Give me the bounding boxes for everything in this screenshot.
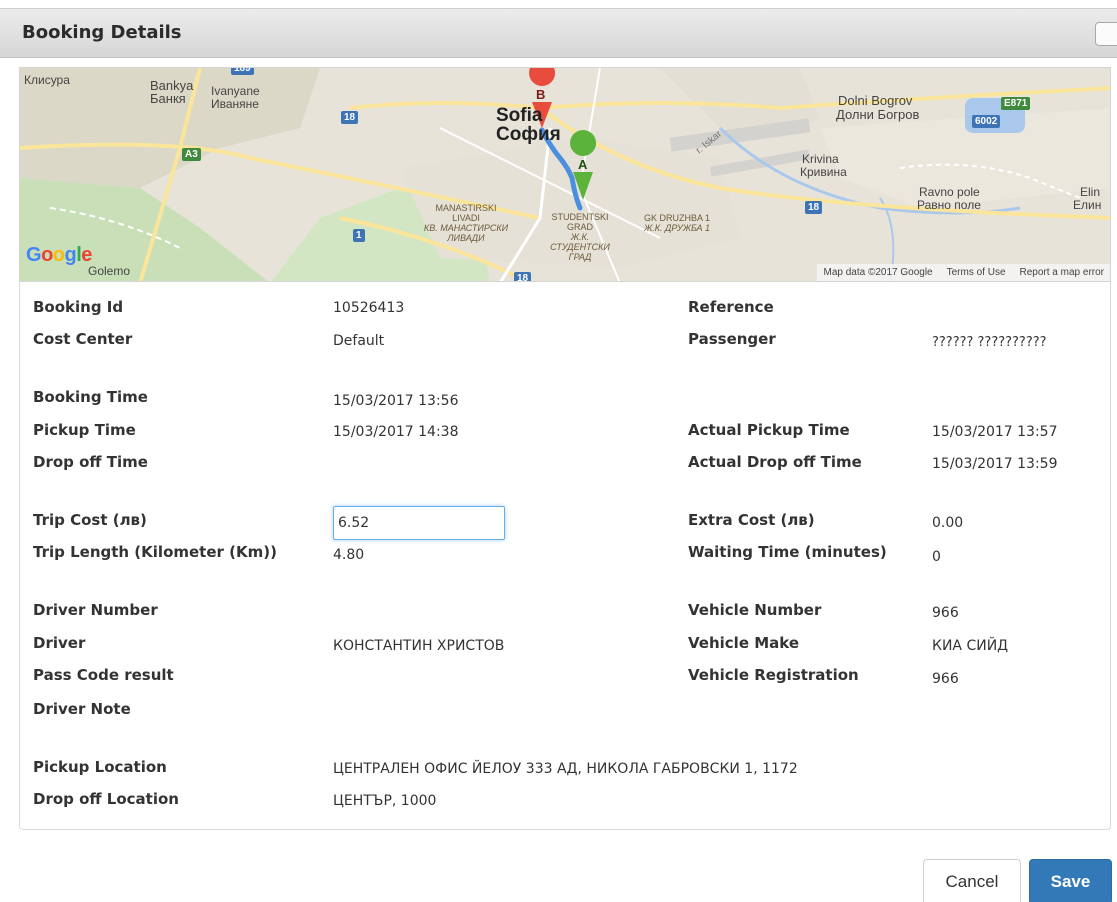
map-label: Елин [1073, 198, 1102, 212]
trip-length-value: 4.80 [333, 547, 365, 563]
road-shield: 189 [231, 68, 254, 75]
booking-time-value: 15/03/2017 13:56 [333, 393, 459, 409]
road-shield: 18 [805, 201, 823, 214]
driver-number-label: Driver Number [33, 601, 158, 619]
vehicle-registration-label: Vehicle Registration [688, 666, 859, 684]
map-label: MANASTIRSKI LIVADI КВ. МАНАСТИРСКИ ЛИВАД… [423, 203, 509, 243]
driver-note-label: Driver Note [33, 700, 131, 718]
actual-pickup-time-value: 15/03/2017 13:57 [932, 424, 1058, 440]
dialog-title: Booking Details [22, 22, 182, 43]
vehicle-make-value: КИА СИЙД [932, 638, 1009, 654]
save-button[interactable]: Save [1029, 859, 1112, 902]
pickup-location-value: ЦЕНТРАЛЕН ОФИС ЙЕЛОУ 333 АД, НИКОЛА ГАБР… [333, 761, 798, 777]
vehicle-number-label: Vehicle Number [688, 601, 822, 619]
trip-cost-label: Trip Cost (лв) [33, 511, 147, 529]
extra-cost-value: 0.00 [932, 515, 964, 531]
map-label: Долни Богров [836, 107, 920, 122]
booking-id-value: 10526413 [333, 300, 405, 316]
actual-drop-off-time-label: Actual Drop off Time [688, 453, 862, 471]
marker-b-label: B [536, 87, 546, 102]
map-label: Иваняне [211, 97, 259, 111]
drop-off-location-value: ЦЕНТЪР, 1000 [333, 793, 437, 809]
reference-label: Reference [688, 298, 774, 316]
google-logo: Google [26, 244, 92, 266]
marker-a-label: A [578, 157, 588, 172]
map-data-attribution: Map data ©2017 Google [823, 267, 933, 278]
drop-off-location-label: Drop off Location [33, 790, 179, 808]
cost-center-label: Cost Center [33, 330, 133, 348]
cost-center-value: Default [333, 333, 385, 349]
map-label: Клисура [24, 73, 70, 87]
actual-pickup-time-label: Actual Pickup Time [688, 421, 850, 439]
booking-time-label: Booking Time [33, 388, 148, 406]
map-label: Dolni Bogrov [838, 93, 913, 108]
passenger-value: ?????? ?????????? [932, 335, 1047, 350]
booking-id-label: Booking Id [33, 298, 124, 316]
route-map[interactable]: 189 18 A3 1 18 18 E871 6002 Клисура Bank… [19, 67, 1111, 282]
vehicle-registration-value: 966 [932, 671, 959, 687]
extra-cost-label: Extra Cost (лв) [688, 511, 815, 529]
terms-link[interactable]: Terms of Use [947, 267, 1006, 278]
pass-code-result-label: Pass Code result [33, 666, 174, 684]
road-shield: 18 [514, 272, 532, 281]
vehicle-make-label: Vehicle Make [688, 634, 800, 652]
road-shield: A3 [182, 148, 201, 161]
road-shield: 18 [341, 111, 359, 124]
cancel-button[interactable]: Cancel [923, 859, 1021, 902]
pickup-time-label: Pickup Time [33, 421, 136, 439]
driver-label: Driver [33, 634, 86, 652]
map-label: Golemo [88, 264, 131, 278]
map-label: Кривина [800, 165, 847, 179]
pickup-location-label: Pickup Location [33, 758, 167, 776]
map-label: Банкя [150, 91, 186, 106]
actual-drop-off-time-value: 15/03/2017 13:59 [932, 456, 1058, 472]
trip-cost-input[interactable] [333, 506, 505, 540]
map-footer: Map data ©2017 Google Terms of Use Repor… [817, 264, 1110, 281]
map-label: Sofia [496, 105, 543, 126]
map-label: София [496, 124, 561, 145]
passenger-label: Passenger [688, 330, 776, 348]
road-shield: E871 [1001, 97, 1031, 110]
close-button[interactable] [1095, 22, 1117, 46]
road-shield: 1 [353, 229, 365, 242]
dialog-header: Booking Details [0, 8, 1117, 58]
map-label: STUDENTSKI GRAD Ж.К. СТУДЕНТСКИ ГРАД [550, 212, 610, 262]
map-label: Равно поле [917, 198, 981, 212]
report-map-error-link[interactable]: Report a map error [1020, 267, 1104, 278]
driver-value: КОНСТАНТИН ХРИСТОВ [333, 638, 505, 654]
waiting-time-label: Waiting Time (minutes) [688, 543, 887, 561]
booking-details-panel: Booking Id 10526413 Reference Cost Cente… [19, 282, 1111, 830]
road-shield: 6002 [972, 115, 1001, 128]
trip-length-label: Trip Length (Kilometer (Km)) [33, 543, 277, 561]
waiting-time-value: 0 [932, 549, 941, 565]
map-label: GK DRUZHBA 1 Ж.К. ДРУЖБА 1 [644, 213, 711, 233]
vehicle-number-value: 966 [932, 605, 959, 621]
pickup-time-value: 15/03/2017 14:38 [333, 424, 459, 440]
drop-off-time-label: Drop off Time [33, 453, 148, 471]
